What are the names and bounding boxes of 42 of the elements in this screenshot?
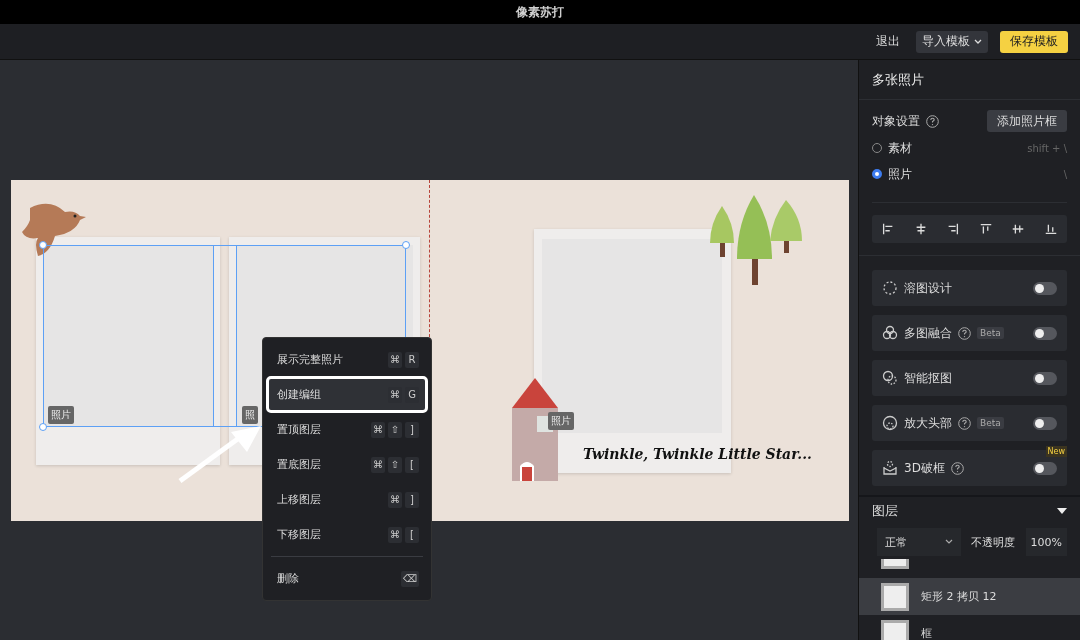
shortcut-key: ⇧ [388, 456, 402, 473]
shortcut-hint: shift + \ [1027, 142, 1067, 154]
layers-title: 图层 [872, 502, 898, 520]
shortcut-key: [ [405, 526, 419, 543]
shortcut-key: ⌘ [388, 386, 402, 403]
menu-item-label: 展示完整照片 [277, 352, 344, 367]
radio-label: 素材 [888, 139, 912, 157]
menu-item-label: 下移图层 [277, 527, 322, 542]
shortcut-key: ⌘ [388, 526, 402, 543]
shortcut-key: R [405, 351, 419, 368]
panel-title: 多张照片 [872, 70, 924, 89]
shortcut-key: ⌘ [371, 421, 385, 438]
feature-label: 溶图设计 [904, 279, 952, 297]
shortcut-hint: \ [1063, 168, 1067, 180]
window-title: 像素苏打 [516, 3, 564, 21]
feature-label: 放大头部 [904, 414, 952, 432]
feature-label: 多图融合 [904, 324, 952, 342]
opacity-label: 不透明度 [971, 534, 1015, 550]
shortcut-key: ] [405, 421, 419, 438]
layer-name: 框 [921, 626, 932, 640]
shortcut-key: G [405, 386, 419, 403]
feature-label: 智能抠图 [904, 369, 952, 387]
caption-text: Twinkle, Twinkle Little Star... [583, 445, 812, 462]
menu-item-label: 置底图层 [277, 457, 322, 472]
menu-item-label: 删除 [277, 571, 300, 586]
feature-label: 3D破框 [904, 459, 945, 477]
section-label: 对象设置 [872, 112, 920, 130]
new-tag: New [1045, 446, 1067, 457]
shortcut-key: ⌫ [400, 570, 419, 587]
shortcut-key: [ [405, 456, 419, 473]
menu-item-label: 上移图层 [277, 492, 322, 507]
shortcut-key: ⌘ [388, 491, 402, 508]
radio-label: 照片 [888, 165, 912, 183]
beta-tag: Beta [977, 417, 1004, 429]
shortcut-key: ⌘ [388, 351, 402, 368]
shortcut-key: ] [405, 491, 419, 508]
shortcut-key: ⇧ [388, 421, 402, 438]
shortcut-key: ⌘ [371, 456, 385, 473]
beta-tag: Beta [977, 327, 1004, 339]
menu-item-label: 创建编组 [277, 387, 322, 402]
menu-item-label: 置顶图层 [277, 422, 322, 437]
layer-name: 矩形 2 拷贝 12 [921, 589, 997, 604]
